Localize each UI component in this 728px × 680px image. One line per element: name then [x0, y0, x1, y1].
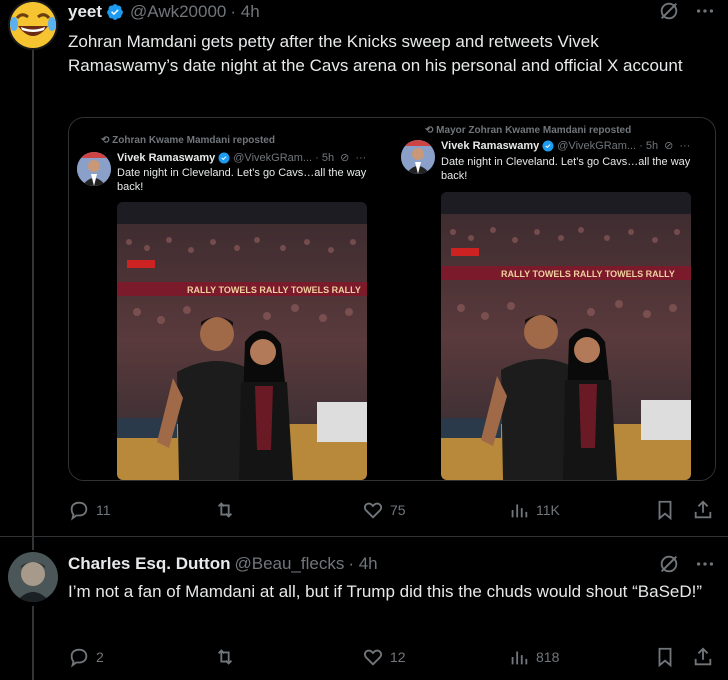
heart-icon: [363, 649, 383, 666]
post-divider: [0, 536, 728, 537]
grok-button[interactable]: [658, 553, 680, 575]
view-count: 818: [536, 649, 560, 665]
verified-badge-icon: [107, 4, 123, 20]
like-button[interactable]: 75: [362, 499, 406, 521]
author-name[interactable]: Charles Esq. Dutton: [68, 554, 230, 574]
more-dots-icon: ···: [355, 151, 367, 164]
quoted-author-line: Vivek Ramaswamy @VivekGRam... · 5h ⊘ ···: [441, 139, 691, 153]
laughing-emoji-icon: [10, 2, 56, 48]
reply-button[interactable]: 11: [68, 499, 111, 521]
repost-icon: ⟲: [425, 125, 437, 136]
views-button[interactable]: 818: [508, 646, 559, 668]
repost-indicator: ⟲ Zohran Kwame Mamdani reposted: [101, 135, 275, 146]
post-time[interactable]: · 4h: [348, 554, 377, 574]
verified-badge-icon: [542, 140, 554, 151]
bookmark-icon: [658, 500, 672, 521]
more-dots-icon: [696, 562, 714, 566]
grok-icon: [660, 2, 678, 20]
quoted-avatar: [401, 140, 435, 174]
quoted-handle: @VivekGRam... · 5h: [233, 151, 335, 164]
share-button[interactable]: [692, 499, 714, 521]
avatar[interactable]: [8, 552, 58, 602]
reply-button[interactable]: 2: [68, 646, 104, 668]
like-button[interactable]: 12: [362, 646, 406, 668]
views-button[interactable]: 11K: [508, 499, 560, 521]
quoted-author-name: Vivek Ramaswamy: [441, 139, 540, 152]
view-count: 11K: [536, 502, 560, 518]
quoted-text: Date night in Cleveland. Let’s go Cavs…a…: [441, 156, 691, 182]
screenshot-pane-1[interactable]: ⟲ Zohran Kwame Mamdani reposted Vivek Ra…: [69, 118, 391, 480]
share-button[interactable]: [692, 646, 714, 668]
quoted-text: Date night in Cleveland. Let’s go Cavs…a…: [117, 167, 367, 193]
grok-button[interactable]: [658, 0, 680, 22]
post-header: Charles Esq. Dutton @Beau_flecks · 4h: [68, 552, 378, 576]
thread-line: [32, 606, 34, 680]
repost-indicator: ⟲ Mayor Zohran Kwame Mamdani reposted: [425, 125, 632, 136]
more-options-button[interactable]: [694, 553, 716, 575]
screenshot-pane-2[interactable]: ⟲ Mayor Zohran Kwame Mamdani reposted Vi…: [393, 118, 715, 480]
post-text: I’m not a fan of Mamdani at all, but if …: [68, 582, 703, 601]
reply-count: 11: [96, 502, 111, 518]
bookmark-button[interactable]: [654, 646, 676, 668]
verified-badge-icon: [218, 152, 230, 163]
grok-icon: [660, 555, 678, 573]
repost-button[interactable]: [214, 499, 242, 521]
person-avatar-icon: [401, 140, 435, 174]
repost-icon: [217, 502, 233, 518]
quoted-author-name: Vivek Ramaswamy: [117, 151, 216, 164]
bookmark-icon: [658, 647, 672, 668]
author-name[interactable]: yeet: [68, 2, 102, 22]
share-icon: [694, 500, 712, 519]
person-avatar-icon: [8, 552, 58, 602]
more-dots-icon: ···: [679, 139, 691, 152]
more-dots-icon: [696, 9, 714, 13]
post-text: Zohran Mamdani gets petty after the Knic…: [68, 32, 683, 75]
media-grid[interactable]: ⟲ Zohran Kwame Mamdani reposted Vivek Ra…: [68, 117, 716, 481]
author-handle[interactable]: @Awk20000: [130, 2, 226, 22]
like-count: 75: [390, 502, 406, 518]
like-count: 12: [390, 649, 406, 665]
post-header: yeet @Awk20000 · 4h: [68, 0, 260, 24]
repost-icon: [217, 649, 233, 665]
repost-button[interactable]: [214, 646, 242, 668]
heart-icon: [363, 502, 383, 519]
bookmark-button[interactable]: [654, 499, 676, 521]
grok-icon: ⊘: [664, 140, 674, 152]
reply-icon: [70, 648, 88, 668]
reply-icon: [70, 501, 88, 521]
banner-text: RALLY TOWELS RALLY TOWELS RALLY: [501, 269, 675, 279]
arena-photo: RALLY TOWELS RALLY TOWELS RALLY: [117, 202, 367, 480]
post-time[interactable]: · 4h: [230, 2, 259, 22]
quoted-avatar: [77, 152, 111, 186]
more-options-button[interactable]: [694, 0, 716, 22]
quoted-author-line: Vivek Ramaswamy @VivekGRam... · 5h ⊘ ···: [117, 151, 367, 165]
analytics-icon: [511, 651, 528, 665]
person-avatar-icon: [77, 152, 111, 186]
author-handle[interactable]: @Beau_flecks: [234, 554, 344, 574]
arena-photo: RALLY TOWELS RALLY TOWELS RALLY: [441, 192, 691, 480]
quoted-handle: @VivekGRam... · 5h: [557, 139, 659, 152]
thread-line: [32, 50, 34, 550]
avatar[interactable]: [8, 0, 58, 50]
share-icon: [694, 647, 712, 666]
banner-text: RALLY TOWELS RALLY TOWELS RALLY: [187, 285, 361, 295]
analytics-icon: [511, 504, 528, 518]
reply-count: 2: [96, 649, 104, 665]
grok-icon: ⊘: [340, 152, 350, 164]
repost-icon: ⟲: [101, 135, 113, 146]
